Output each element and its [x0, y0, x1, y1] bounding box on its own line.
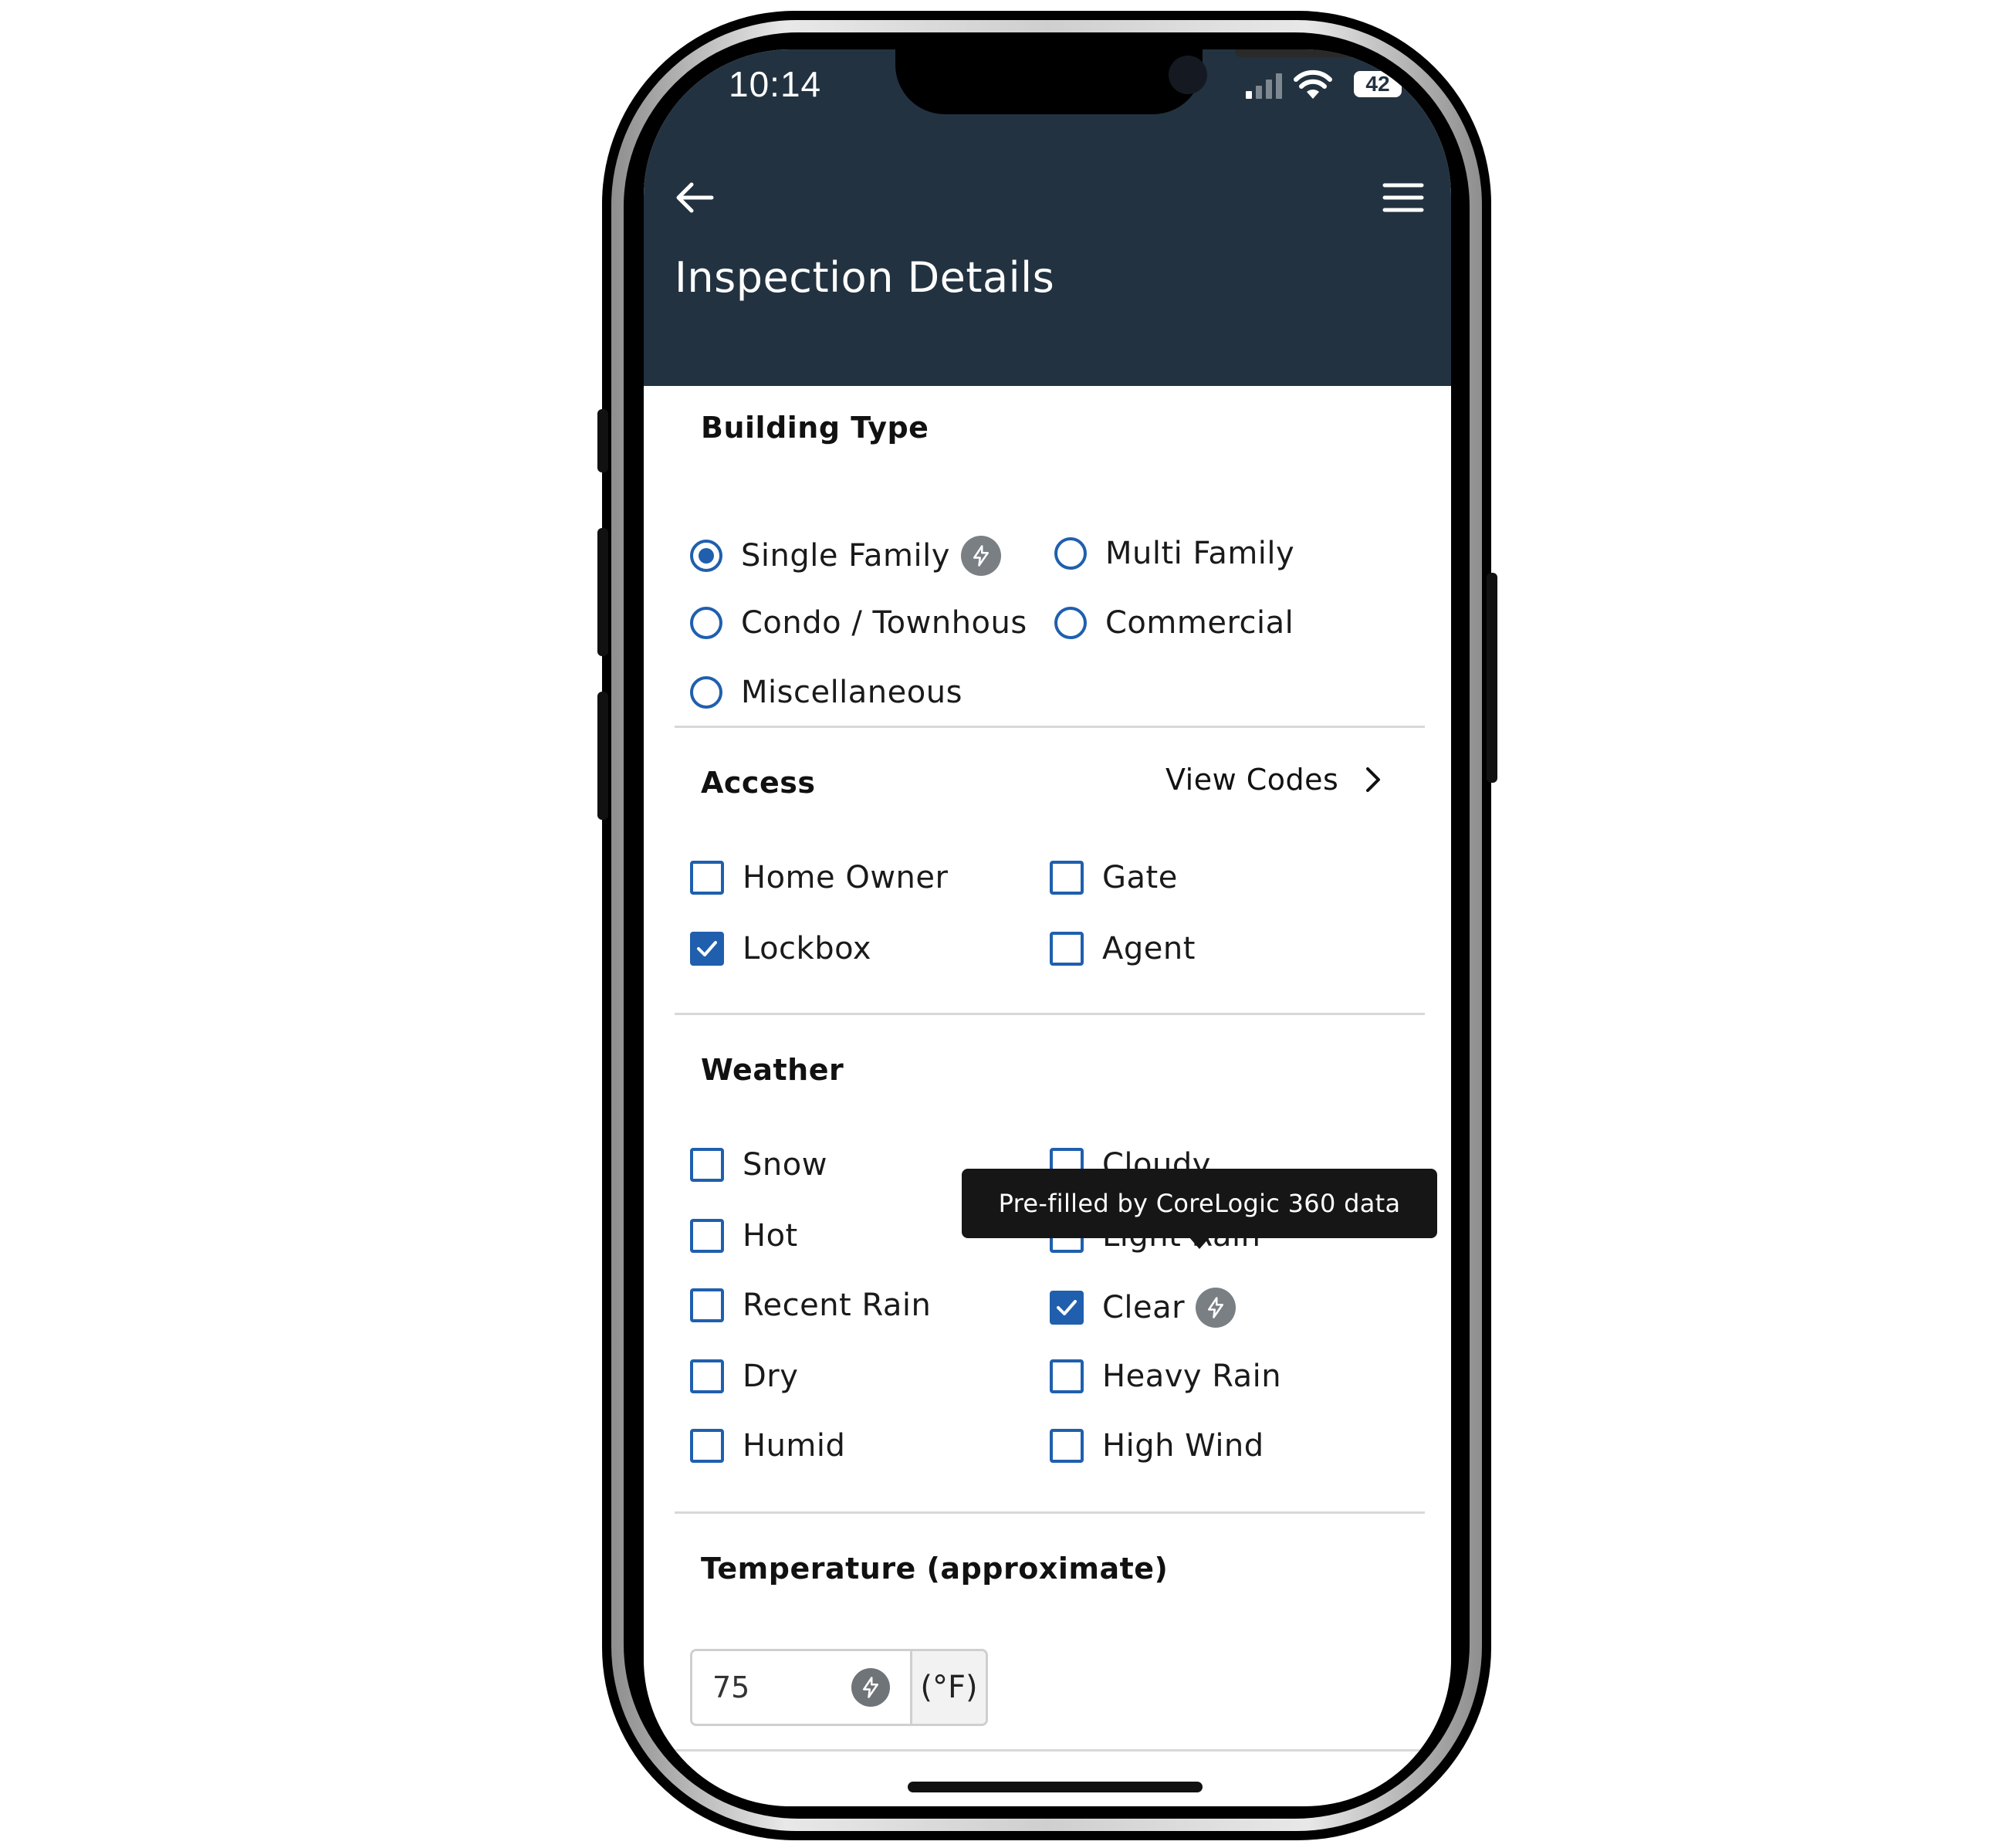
temperature-input-group: (°F) [690, 1649, 988, 1726]
checkbox[interactable] [690, 1429, 724, 1463]
checkmark-icon [697, 941, 717, 956]
option-label: Gate [1102, 860, 1178, 895]
option-label: Snow [743, 1147, 827, 1183]
section-divider [675, 726, 1425, 728]
option-label: Humid [743, 1428, 846, 1464]
checkbox[interactable] [1050, 861, 1084, 895]
option-label: Single Family [741, 538, 950, 574]
checkbox-lockbox[interactable]: Lockbox [690, 931, 871, 966]
checkbox[interactable] [690, 932, 724, 966]
checkbox-snow[interactable]: Snow [690, 1147, 827, 1183]
menu-button[interactable] [1380, 174, 1426, 221]
checkbox-home-owner[interactable]: Home Owner [690, 860, 948, 895]
volume-up-button [597, 528, 608, 656]
option-label: Miscellaneous [741, 675, 962, 710]
checkbox-hot[interactable]: Hot [690, 1218, 798, 1254]
radio-button[interactable] [1054, 607, 1087, 639]
back-button[interactable] [672, 174, 718, 221]
battery-nub [1405, 79, 1409, 90]
checkbox[interactable] [690, 861, 724, 895]
radio-commercial[interactable]: Commercial [1054, 605, 1294, 641]
radio-button[interactable] [1054, 537, 1087, 570]
checkbox[interactable] [1050, 1359, 1084, 1393]
option-label: Agent [1102, 931, 1196, 966]
checkbox[interactable] [690, 1219, 724, 1253]
radio-button[interactable] [690, 607, 722, 639]
home-indicator[interactable] [908, 1782, 1203, 1792]
wifi-icon [1294, 69, 1332, 103]
option-label: Condo / Townhouse [741, 605, 1027, 641]
option-label: Heavy Rain [1102, 1359, 1282, 1394]
checkbox[interactable] [690, 1359, 724, 1393]
section-divider [675, 1013, 1425, 1015]
lightning-bolt-icon[interactable] [1196, 1288, 1237, 1328]
checkbox-high-wind[interactable]: High Wind [1050, 1428, 1264, 1464]
chevron-right-icon [1366, 767, 1381, 792]
option-label: High Wind [1102, 1428, 1264, 1464]
lightning-bolt-icon[interactable] [960, 536, 1001, 576]
section-divider [675, 1749, 1425, 1752]
temperature-title: Temperature (approximate) [701, 1552, 1169, 1586]
page-title: Inspection Details [675, 253, 1055, 302]
option-label: Lockbox [743, 931, 872, 966]
weather-title: Weather [701, 1053, 844, 1087]
radio-condo-townhouse[interactable]: Condo / Townhouse [690, 605, 1027, 641]
battery-icon: 42 [1354, 71, 1402, 97]
option-label: Recent Rain [743, 1288, 932, 1323]
checkbox[interactable] [1050, 932, 1084, 966]
back-arrow-icon [676, 182, 714, 213]
checkbox-recent-rain[interactable]: Recent Rain [690, 1288, 931, 1323]
signal-icon [1246, 73, 1287, 102]
checkbox[interactable] [1050, 1429, 1084, 1463]
checkbox-clear[interactable]: Clear [1050, 1288, 1237, 1328]
checkbox-agent[interactable]: Agent [1050, 931, 1196, 966]
radio-button[interactable] [690, 540, 722, 572]
option-label: Home Owner [743, 860, 949, 895]
option-label: Commercial [1105, 605, 1294, 641]
checkbox[interactable] [690, 1148, 724, 1182]
checkmark-icon [1057, 1300, 1077, 1315]
option-label: Clear [1102, 1290, 1186, 1325]
notch [895, 49, 1374, 114]
phone-screen: 10:14 42 Inspection Details Building Typ… [644, 49, 1451, 1806]
building-type-title: Building Type [701, 411, 929, 445]
view-codes-link[interactable]: View Codes [1165, 763, 1392, 797]
checkbox-heavy-rain[interactable]: Heavy Rain [1050, 1359, 1281, 1394]
temperature-unit: (°F) [910, 1651, 986, 1724]
checkbox[interactable] [690, 1288, 724, 1322]
silent-switch [597, 409, 608, 472]
radio-single-family[interactable]: Single Family [690, 536, 1001, 576]
option-label: Dry [743, 1359, 799, 1394]
status-time: 10:14 [729, 64, 822, 104]
view-codes-label: View Codes [1165, 763, 1339, 797]
prefill-tooltip: Pre-filled by CoreLogic 360 data [962, 1169, 1437, 1238]
lightning-bolt-icon[interactable] [851, 1668, 890, 1707]
option-label: Hot [743, 1218, 798, 1254]
checkbox[interactable] [1050, 1291, 1084, 1325]
app-header: 10:14 42 Inspection Details [644, 49, 1451, 386]
checkbox-humid[interactable]: Humid [690, 1428, 845, 1464]
radio-multi-family[interactable]: Multi Family [1054, 536, 1294, 571]
radio-button[interactable] [690, 676, 722, 709]
earpiece-speaker [1235, 49, 1374, 57]
hamburger-menu-icon [1382, 183, 1424, 212]
checkbox-dry[interactable]: Dry [690, 1359, 798, 1394]
volume-down-button [597, 692, 608, 820]
front-camera [1169, 56, 1207, 94]
option-label: Multi Family [1105, 536, 1295, 571]
checkbox-gate[interactable]: Gate [1050, 860, 1178, 895]
radio-miscellaneous[interactable]: Miscellaneous [690, 675, 962, 710]
access-title: Access [701, 766, 816, 800]
tooltip-arrow [1189, 1237, 1210, 1249]
power-button [1487, 573, 1497, 783]
section-divider [675, 1511, 1425, 1514]
